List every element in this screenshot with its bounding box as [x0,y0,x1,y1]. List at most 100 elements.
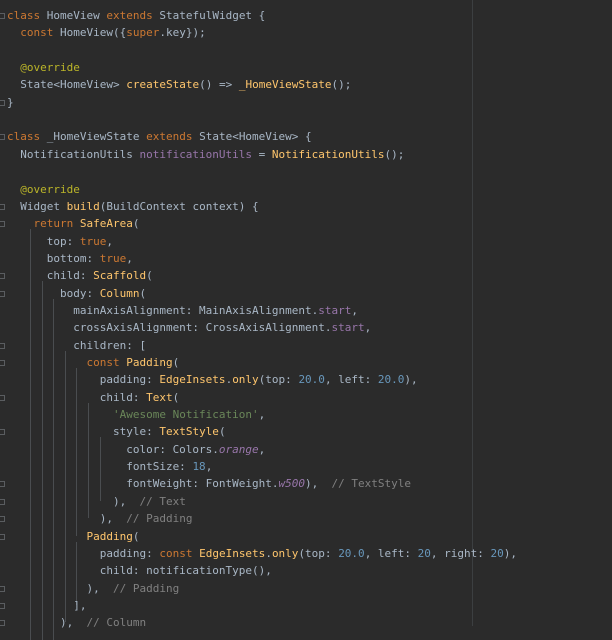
fold-marker-icon[interactable] [0,134,5,141]
code-line[interactable]: child: Scaffold( [7,267,153,284]
code-token: @override [20,182,80,196]
fold-marker-icon[interactable] [0,429,5,436]
code-token: // Column [86,616,147,630]
code-line[interactable]: } [7,94,14,111]
code-token: ), [7,512,127,526]
fold-marker-icon[interactable] [0,394,5,401]
code-token: build [66,199,100,213]
code-token: () => [199,78,239,92]
code-token: (BuildContext context) { [99,199,259,213]
code-token: createState [126,78,200,92]
code-token: ( [132,217,140,231]
code-line[interactable]: const Padding( [7,354,179,371]
code-token: style: [7,425,160,439]
code-line[interactable]: State<HomeView> createState() => _HomeVi… [7,76,351,93]
code-token: , [106,234,113,248]
fold-marker-icon[interactable] [0,13,5,19]
code-line[interactable]: class _HomeViewState extends State<HomeV… [7,128,312,145]
code-line[interactable]: @override [7,59,80,76]
code-token: State<HomeView> [7,78,127,92]
code-token: ( [132,529,140,543]
code-line[interactable]: body: Column( [7,285,146,302]
code-token: , [258,408,266,422]
code-token: // TextStyle [331,477,412,491]
fold-marker-icon[interactable] [0,585,5,592]
code-line[interactable]: ), // Padding [7,580,179,597]
code-token: ( [146,269,153,283]
fold-marker-icon[interactable] [0,221,5,228]
code-line[interactable]: bottom: true, [7,250,133,267]
code-line[interactable]: Widget build(BuildContext context) { [7,198,259,215]
code-line[interactable]: return SafeArea( [7,215,140,232]
code-token: child: [7,390,147,404]
code-token: const [20,26,60,40]
code-line[interactable]: ], [7,597,86,614]
fold-marker-icon[interactable] [0,481,5,488]
code-token: children: [ [7,338,147,352]
fold-marker-icon[interactable] [0,620,5,627]
code-token: EdgeInsets [199,546,266,560]
fold-marker-icon[interactable] [0,516,5,523]
code-token: w500 [278,477,306,491]
code-line[interactable]: padding: EdgeInsets.only(top: 20.0, left… [7,371,418,388]
code-line[interactable]: @override [7,181,80,198]
code-token: ( [218,425,226,439]
code-token: child: notificationType(), [7,564,272,578]
code-line[interactable]: fontWeight: FontWeight.w500), // TextSty… [7,475,411,492]
code-token: bottom: [7,251,100,265]
code-token: ( [172,390,180,404]
code-token: , [126,251,133,265]
code-line[interactable]: mainAxisAlignment: MainAxisAlignment.sta… [7,302,358,319]
code-token: . [265,546,272,560]
code-line[interactable]: Padding( [7,528,139,545]
code-token: ( [172,356,180,369]
code-token: EdgeInsets [159,373,226,387]
fold-gutter [0,0,6,626]
fold-marker-icon[interactable] [0,342,5,349]
code-token: (top: [258,373,299,387]
fold-marker-icon[interactable] [0,99,5,106]
code-line[interactable]: padding: const EdgeInsets.only(top: 20.0… [7,545,517,562]
code-line[interactable]: children: [ [7,337,146,354]
fold-marker-icon[interactable] [0,602,5,609]
code-token: (); [384,147,405,161]
code-editor[interactable]: class HomeView extends StatefulWidget { … [0,0,612,640]
code-token: // Padding [112,581,180,595]
fold-marker-icon[interactable] [0,273,5,280]
code-line[interactable]: 'Awesome Notification', [7,406,265,423]
code-line[interactable]: child: notificationType(), [7,562,272,579]
fold-marker-icon[interactable] [0,290,5,297]
code-token: start [318,303,352,317]
code-line[interactable]: ), // Text [7,493,186,510]
fold-marker-icon[interactable] [0,498,5,505]
code-line[interactable]: NotificationUtils notificationUtils = No… [7,146,404,163]
code-token: _HomeViewState [46,130,147,144]
code-line[interactable]: style: TextStyle( [7,423,226,440]
code-token: orange [218,442,259,456]
code-line[interactable]: ), // Column [7,614,146,631]
code-token: // Text [139,494,186,508]
code-line[interactable]: color: Colors.orange, [7,441,265,458]
code-token: padding: [7,546,160,560]
code-token: const [159,546,200,560]
code-token: 20.0 [298,373,325,387]
code-line[interactable]: ), // Padding [7,510,193,527]
code-token: notificationUtils [139,147,253,161]
code-line[interactable]: const HomeView({super.key}); [7,24,205,41]
fold-marker-icon[interactable] [0,203,5,210]
code-line[interactable]: top: true, [7,233,113,250]
fold-marker-icon[interactable] [0,533,5,540]
code-line[interactable]: crossAxisAlignment: CrossAxisAlignment.s… [7,319,371,336]
code-token: Text [146,390,173,404]
code-line[interactable]: class HomeView extends StatefulWidget { [7,7,265,24]
code-token: , left: [324,373,378,387]
fold-marker-icon[interactable] [0,360,5,366]
right-margin-guide [472,0,473,626]
code-line[interactable]: fontSize: 18, [7,458,212,475]
code-line[interactable]: child: Text( [7,389,180,406]
code-token: (); [331,78,352,92]
code-token: (top: [298,546,339,560]
